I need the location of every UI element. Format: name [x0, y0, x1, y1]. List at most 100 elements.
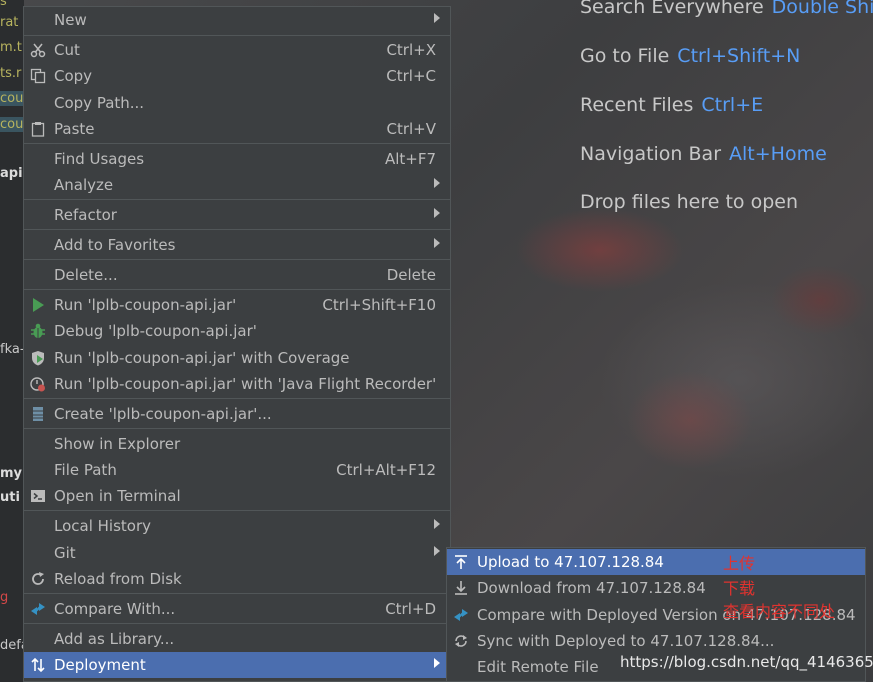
menu-item-label: Debug 'lplb-coupon-api.jar'	[54, 322, 257, 340]
annotation-download: 下载	[723, 579, 756, 598]
menu-item-cut[interactable]: Cut Ctrl+X	[24, 37, 450, 63]
menu-item-shortcut: Ctrl+Alt+F12	[336, 461, 436, 479]
submenu-item-upload[interactable]: Upload to 47.107.128.84	[447, 549, 865, 575]
menu-item-shortcut: Delete	[386, 266, 436, 284]
menu-separator	[24, 623, 450, 624]
annotation-upload: 上传	[723, 554, 756, 573]
jar-icon	[33, 407, 43, 421]
project-tree-text[interactable]: my	[0, 466, 22, 481]
hint-recent-files: Recent Files Ctrl+E	[580, 94, 763, 116]
menu-item-label: Open in Terminal	[54, 487, 181, 505]
menu-item-deployment[interactable]: Deployment	[24, 652, 450, 678]
submenu-arrow-icon	[434, 208, 440, 218]
menu-item-label: Refactor	[54, 206, 117, 224]
menu-item-label: Reload from Disk	[54, 570, 182, 588]
menu-item-label: Analyze	[54, 176, 114, 194]
project-tree-text: ts.r	[0, 66, 22, 81]
menu-item-label: Sync with Deployed to 47.107.128.84...	[477, 632, 775, 650]
menu-separator	[24, 510, 450, 511]
menu-item-file-path[interactable]: File Path Ctrl+Alt+F12	[24, 457, 450, 483]
menu-item-local-history[interactable]: Local History	[24, 513, 450, 539]
menu-item-create-configuration[interactable]: Create 'lplb-coupon-api.jar'...	[24, 401, 450, 427]
project-tree-text[interactable]: uti	[0, 490, 20, 505]
menu-item-paste[interactable]: Paste Ctrl+V	[24, 116, 450, 142]
menu-separator	[24, 289, 450, 290]
scissors-icon	[30, 43, 46, 58]
menu-item-label: Compare With...	[54, 600, 176, 618]
menu-item-debug[interactable]: Debug 'lplb-coupon-api.jar'	[24, 318, 450, 344]
menu-item-open-in-terminal[interactable]: Open in Terminal	[24, 483, 450, 509]
watermark-url: https://blog.csdn.net/qq_41463655	[620, 653, 873, 671]
menu-item-reload-from-disk[interactable]: Reload from Disk	[24, 566, 450, 592]
menu-item-label: Add as Library...	[54, 630, 175, 648]
menu-item-label: Deployment	[54, 656, 146, 674]
menu-item-show-in-explorer[interactable]: Show in Explorer	[24, 431, 450, 457]
flight-recorder-icon	[30, 377, 45, 392]
project-tree-text: m.t	[0, 40, 22, 55]
submenu-arrow-icon	[434, 546, 440, 556]
run-icon	[33, 298, 44, 312]
project-tree-text: fka-	[0, 342, 24, 357]
hint-shortcut: Ctrl+E	[701, 94, 764, 116]
submenu-arrow-icon	[434, 519, 440, 529]
menu-item-shortcut: Ctrl+X	[386, 41, 436, 59]
menu-item-label: Delete...	[54, 266, 118, 284]
menu-item-compare-with[interactable]: Compare With... Ctrl+D	[24, 596, 450, 622]
menu-item-shortcut: Ctrl+C	[386, 67, 436, 85]
project-panel: s rat m.t ts.r cou cou api fka- my uti g…	[0, 0, 24, 682]
menu-separator	[24, 229, 450, 230]
menu-item-find-usages[interactable]: Find Usages Alt+F7	[24, 146, 450, 172]
menu-separator	[24, 35, 450, 36]
menu-item-run-with-flight-recorder[interactable]: Run 'lplb-coupon-api.jar' with 'Java Fli…	[24, 371, 450, 397]
project-tree-text[interactable]: cou	[0, 117, 24, 132]
menu-item-run-with-coverage[interactable]: Run 'lplb-coupon-api.jar' with Coverage	[24, 345, 450, 371]
menu-separator	[24, 143, 450, 144]
project-context-menu: New Cut Ctrl+X Copy Ctrl+C Copy Path... Pa…	[23, 6, 451, 682]
hint-label: Recent Files	[580, 94, 694, 116]
submenu-item-sync-deployed[interactable]: Sync with Deployed to 47.107.128.84...	[447, 628, 865, 654]
project-tree-text: rat	[0, 15, 19, 30]
menu-item-label: Find Usages	[54, 150, 145, 168]
menu-item-label: Cut	[54, 41, 80, 59]
download-icon	[455, 581, 467, 595]
hint-label: Search Everywhere	[580, 0, 764, 18]
menu-item-run[interactable]: Run 'lplb-coupon-api.jar' Ctrl+Shift+F10	[24, 292, 450, 318]
menu-item-label: Local History	[54, 517, 152, 535]
submenu-arrow-icon	[434, 178, 440, 188]
hint-search-everywhere: Search Everywhere Double Shi	[580, 0, 873, 18]
hint-go-to-file: Go to File Ctrl+Shift+N	[580, 45, 800, 67]
menu-item-add-to-favorites[interactable]: Add to Favorites	[24, 232, 450, 258]
deployment-icon	[31, 657, 45, 673]
hint-label: Go to File	[580, 45, 670, 67]
menu-item-label: Copy	[54, 67, 93, 85]
hint-shortcut: Double Shi	[771, 0, 873, 18]
menu-separator	[24, 259, 450, 260]
project-tree-text: s	[0, 0, 7, 9]
menu-item-label: Run 'lplb-coupon-api.jar'	[54, 296, 237, 314]
upload-icon	[455, 555, 467, 569]
menu-item-refactor[interactable]: Refactor	[24, 202, 450, 228]
menu-separator	[24, 593, 450, 594]
menu-item-copy-path[interactable]: Copy Path...	[24, 90, 450, 116]
copy-icon	[30, 68, 46, 84]
hint-label: Navigation Bar	[580, 143, 722, 165]
menu-item-copy[interactable]: Copy Ctrl+C	[24, 63, 450, 89]
sync-icon	[455, 635, 467, 647]
menu-item-add-as-library[interactable]: Add as Library...	[24, 626, 450, 652]
menu-item-shortcut: Alt+F7	[384, 150, 436, 168]
project-tree-text[interactable]: cou	[0, 91, 24, 106]
menu-item-label: File Path	[54, 461, 117, 479]
project-tree-text[interactable]: api	[0, 166, 23, 181]
menu-item-new[interactable]: New	[24, 7, 450, 33]
menu-item-label: Download from 47.107.128.84	[477, 579, 706, 597]
menu-item-label: Copy Path...	[54, 94, 145, 112]
menu-item-label: Upload to 47.107.128.84	[477, 553, 664, 571]
menu-item-analyze[interactable]: Analyze	[24, 172, 450, 198]
compare-icon	[31, 603, 45, 615]
debug-icon	[31, 323, 45, 338]
menu-item-delete[interactable]: Delete... Delete	[24, 262, 450, 288]
reload-icon	[32, 572, 44, 585]
menu-item-git[interactable]: Git	[24, 540, 450, 566]
menu-item-label: Paste	[54, 120, 95, 138]
project-tree-text: g	[0, 590, 9, 605]
